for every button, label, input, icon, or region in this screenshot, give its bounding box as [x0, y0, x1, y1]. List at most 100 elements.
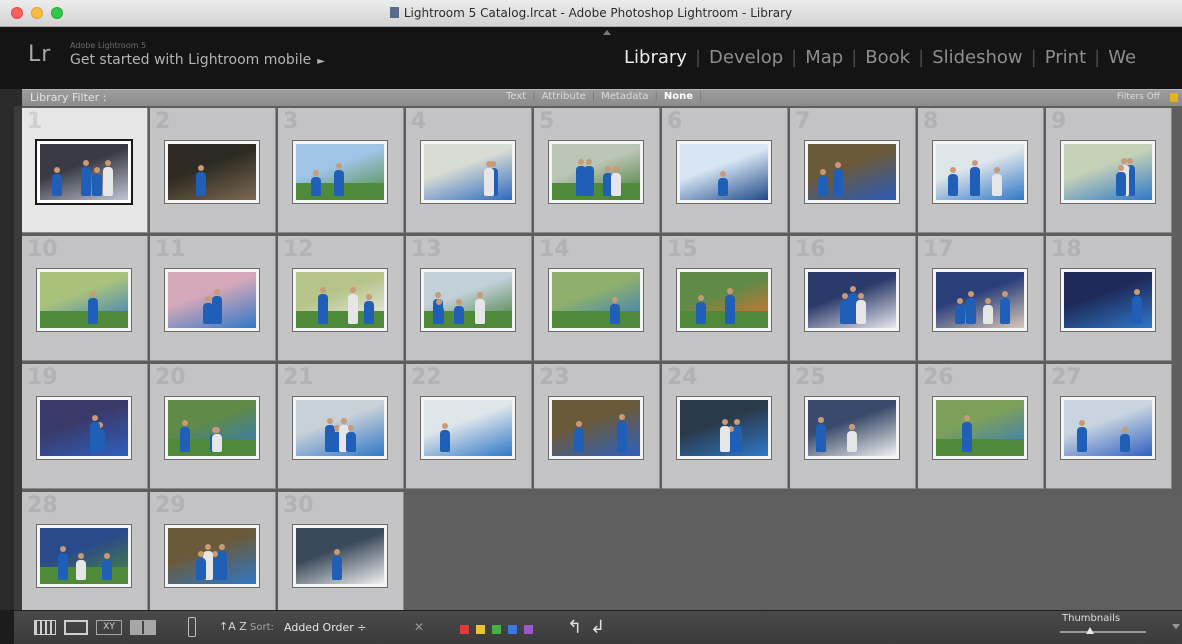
color-label-swatch[interactable]	[460, 625, 469, 634]
photo-thumbnail[interactable]	[932, 268, 1028, 332]
photo-thumbnail[interactable]	[164, 396, 260, 460]
photo-thumbnail[interactable]	[804, 140, 900, 204]
module-book[interactable]: Book	[861, 47, 914, 68]
grid-view-icon[interactable]	[34, 620, 56, 635]
grid-cell[interactable]: 9	[1046, 108, 1172, 233]
photo-thumbnail[interactable]	[35, 139, 133, 205]
lightroom-mobile-link[interactable]: Get started with Lightroom mobile ►	[70, 52, 325, 68]
grid-cell[interactable]: 23	[534, 364, 660, 489]
photo-thumbnail[interactable]	[36, 524, 132, 588]
photo-thumbnail[interactable]	[932, 140, 1028, 204]
compare-view-icon[interactable]: XY	[96, 620, 122, 635]
color-label-swatch[interactable]	[492, 625, 501, 634]
grid-cell[interactable]: 15	[662, 236, 788, 361]
photo-thumbnail[interactable]	[676, 140, 772, 204]
grid-cell[interactable]: 7	[790, 108, 916, 233]
photo-thumbnail[interactable]	[548, 268, 644, 332]
filter-presets-dropdown[interactable]: Filters Off	[1117, 92, 1160, 102]
grid-cell[interactable]: 4	[406, 108, 532, 233]
module-develop[interactable]: Develop	[705, 47, 787, 68]
rotate-left-icon[interactable]: ↰	[567, 617, 582, 638]
module-slideshow[interactable]: Slideshow	[928, 47, 1026, 68]
thumbnail-size-slider[interactable]	[1060, 631, 1146, 633]
loupe-view-icon[interactable]	[64, 620, 88, 635]
cell-index-number: 5	[539, 109, 555, 134]
grid-cell[interactable]: 27	[1046, 364, 1172, 489]
player-figure	[334, 163, 344, 196]
photo-thumbnail[interactable]	[804, 396, 900, 460]
photo-thumbnail[interactable]	[804, 268, 900, 332]
module-we[interactable]: We	[1104, 47, 1140, 68]
photo-thumbnail[interactable]	[292, 524, 388, 588]
grid-cell[interactable]: 2	[150, 108, 276, 233]
photo-thumbnail[interactable]	[1060, 268, 1156, 332]
filter-option-metadata[interactable]: Metadata	[595, 91, 654, 102]
grid-cell[interactable]: 25	[790, 364, 916, 489]
grid-cell[interactable]: 16	[790, 236, 916, 361]
photo-thumbnail[interactable]	[420, 268, 516, 332]
color-label-swatch[interactable]	[476, 625, 485, 634]
photo-thumbnail[interactable]	[292, 140, 388, 204]
top-panel-toggle[interactable]	[603, 30, 611, 35]
grid-cell[interactable]: 30	[278, 492, 404, 617]
photo-thumbnail[interactable]	[1060, 396, 1156, 460]
color-label-swatch[interactable]	[508, 625, 517, 634]
grid-cell[interactable]: 10	[22, 236, 148, 361]
photo-thumbnail[interactable]	[36, 396, 132, 460]
grid-cell[interactable]: 26	[918, 364, 1044, 489]
grid-cell[interactable]: 8	[918, 108, 1044, 233]
grid-cell[interactable]: 22	[406, 364, 532, 489]
photo-thumbnail[interactable]	[292, 268, 388, 332]
grid-cell[interactable]: 18	[1046, 236, 1172, 361]
filter-option-attribute[interactable]: Attribute	[536, 91, 592, 102]
photo-thumbnail[interactable]	[164, 268, 260, 332]
photo-thumbnail[interactable]	[292, 396, 388, 460]
photo-thumbnail[interactable]	[548, 140, 644, 204]
thumbnails-label: Thumbnails	[1062, 613, 1121, 624]
module-separator: |	[1030, 47, 1037, 68]
grid-cell[interactable]: 5	[534, 108, 660, 233]
grid-cell[interactable]: 14	[534, 236, 660, 361]
grid-cell[interactable]: 24	[662, 364, 788, 489]
grid-cell[interactable]: 1	[22, 108, 148, 233]
grid-cell[interactable]: 3	[278, 108, 404, 233]
grid-cell[interactable]: 28	[22, 492, 148, 617]
color-label-swatch[interactable]	[524, 625, 533, 634]
painter-spray-icon[interactable]	[188, 617, 196, 637]
photo-thumbnail[interactable]	[548, 396, 644, 460]
module-library[interactable]: Library	[620, 47, 691, 68]
filter-option-text[interactable]: Text	[500, 91, 532, 102]
photo-thumbnail[interactable]	[164, 140, 260, 204]
grid-cell[interactable]: 29	[150, 492, 276, 617]
lock-icon[interactable]	[1170, 93, 1178, 102]
photo-thumbnail[interactable]	[1060, 140, 1156, 204]
sort-direction-toggle[interactable]: ↑A Z	[219, 620, 247, 633]
photo-thumbnail[interactable]	[164, 524, 260, 588]
photo-thumbnail[interactable]	[420, 140, 516, 204]
grid-cell[interactable]: 17	[918, 236, 1044, 361]
grid-cell[interactable]: 12	[278, 236, 404, 361]
photo-thumbnail[interactable]	[932, 396, 1028, 460]
grid-cell[interactable]: 21	[278, 364, 404, 489]
grid-cell[interactable]: 20	[150, 364, 276, 489]
grid-cell[interactable]: 13	[406, 236, 532, 361]
rotate-right-icon[interactable]: ↲	[590, 617, 605, 638]
photo-thumbnail[interactable]	[420, 396, 516, 460]
sort-order-dropdown[interactable]: Added Order ÷	[284, 621, 367, 634]
filter-option-none[interactable]: None	[658, 91, 699, 102]
photo-thumbnail[interactable]	[676, 268, 772, 332]
module-map[interactable]: Map	[801, 47, 847, 68]
grid-cell[interactable]: 19	[22, 364, 148, 489]
grid-cell[interactable]: 6	[662, 108, 788, 233]
grid-cell[interactable]: 11	[150, 236, 276, 361]
cell-index-number: 18	[1051, 237, 1082, 262]
thumbnail-size-knob[interactable]	[1086, 627, 1095, 634]
photo-thumbnail[interactable]	[36, 268, 132, 332]
survey-view-icon[interactable]	[130, 620, 156, 635]
left-panel-edge[interactable]	[14, 106, 22, 610]
photo-thumbnail[interactable]	[676, 396, 772, 460]
toolbar-menu-chevron-icon[interactable]	[1172, 624, 1180, 629]
player-figure	[718, 171, 728, 196]
module-print[interactable]: Print	[1041, 47, 1090, 68]
reject-flag-icon[interactable]: ✕	[414, 620, 424, 634]
